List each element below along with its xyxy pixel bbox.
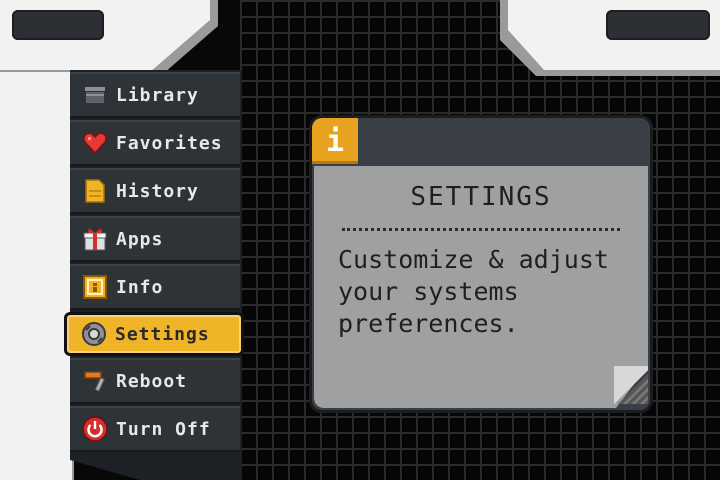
menu-item-info[interactable]: Info bbox=[70, 264, 240, 310]
menu-item-label: Favorites bbox=[116, 132, 223, 154]
info-icon bbox=[82, 274, 108, 300]
top-left-slot bbox=[12, 10, 104, 40]
menu-item-turn-off[interactable]: Turn Off bbox=[70, 406, 240, 452]
history-icon bbox=[82, 178, 108, 204]
info-dialog: i SETTINGS Customize & adjust your syste… bbox=[312, 118, 650, 410]
menu-item-apps[interactable]: Apps bbox=[70, 216, 240, 262]
dialog-description: Customize & adjust your systems preferen… bbox=[338, 245, 609, 338]
gear-icon bbox=[81, 321, 107, 347]
menu-item-label: Settings bbox=[115, 323, 210, 345]
menu-item-favorites[interactable]: Favorites bbox=[70, 120, 240, 166]
menu-item-reboot[interactable]: Reboot bbox=[70, 358, 240, 404]
info-badge-icon: i bbox=[312, 118, 358, 164]
menu-item-label: Library bbox=[116, 84, 199, 106]
power-icon bbox=[82, 416, 108, 442]
top-right-slot bbox=[606, 10, 710, 40]
gift-icon bbox=[82, 226, 108, 252]
hammer-icon bbox=[82, 368, 108, 394]
menu-item-settings[interactable]: Settings bbox=[64, 312, 244, 356]
menu-item-label: Info bbox=[116, 276, 164, 298]
dialog-title: SETTINGS bbox=[410, 182, 552, 212]
heart-icon bbox=[82, 130, 108, 156]
menu-item-label: Turn Off bbox=[116, 418, 211, 440]
menu-item-library[interactable]: Library bbox=[70, 72, 240, 118]
dialog-divider bbox=[342, 228, 620, 231]
menu-item-label: History bbox=[116, 180, 199, 202]
side-frame bbox=[0, 72, 72, 480]
library-icon bbox=[82, 82, 108, 108]
menu-item-history[interactable]: History bbox=[70, 168, 240, 214]
menu-item-label: Apps bbox=[116, 228, 164, 250]
menu-item-label: Reboot bbox=[116, 370, 188, 392]
